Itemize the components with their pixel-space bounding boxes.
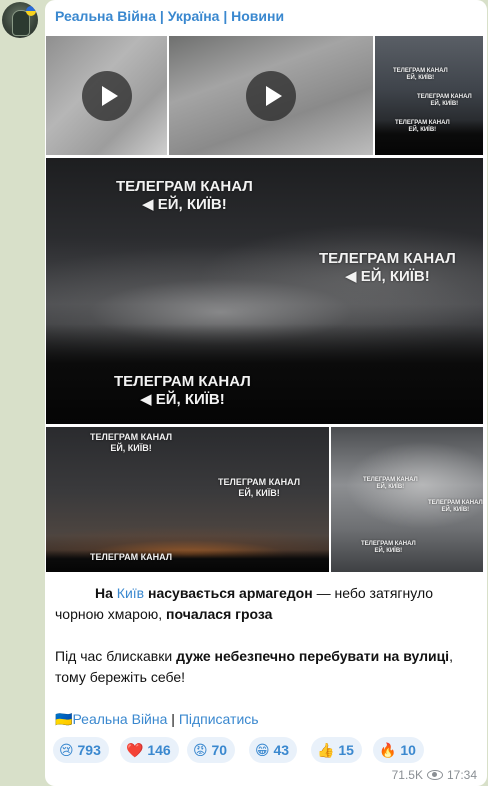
video-thumbnail-2[interactable] bbox=[169, 36, 373, 155]
reaction-heart[interactable]: ❤️ 146 bbox=[120, 737, 179, 763]
reaction-thumbs-up[interactable]: 👍 15 bbox=[311, 737, 362, 763]
channel-link[interactable]: Реальна Війна bbox=[72, 711, 167, 727]
fire-icon: 🔥 bbox=[379, 742, 397, 758]
reaction-fire[interactable]: 🔥 10 bbox=[373, 737, 424, 763]
watermark: ТЕЛЕГРАМ КАНАЛ bbox=[90, 552, 173, 562]
caption-paragraph-2: Під час блискавки дуже небезпечно перебу… bbox=[55, 648, 453, 685]
subscribe-link[interactable]: Підписатись bbox=[179, 711, 259, 727]
watermark: ТЕЛЕГРАМ КАНАЛ ◀ ЕЙ, КИЇВ! bbox=[319, 250, 456, 285]
watermark: ТЕЛЕГРАМ КАНАЛ ЕЙ, КИЇВ! bbox=[363, 477, 418, 491]
channel-avatar[interactable] bbox=[2, 2, 38, 38]
reaction-angry[interactable]: 😡 70 bbox=[187, 737, 236, 763]
ukraine-flag-icon bbox=[26, 6, 36, 16]
heart-icon: ❤️ bbox=[126, 742, 144, 758]
crying-face-icon: 😢 bbox=[59, 742, 74, 758]
photo-sunset-storm[interactable]: ТЕЛЕГРАМ КАНАЛ ЕЙ, КИЇВ! ТЕЛЕГРАМ КАНАЛ ЕЙ… bbox=[46, 427, 329, 572]
reaction-grin[interactable]: 😁 43 bbox=[249, 737, 298, 763]
watermark: ТЕЛЕГРАМ КАНАЛ ЕЙ, КИЇВ! bbox=[90, 432, 173, 453]
photo-storm-clouds[interactable]: ТЕЛЕГРАМ КАНАЛ ◀ ЕЙ, КИЇВ! ТЕЛЕГРАМ КАНАЛ… bbox=[46, 158, 483, 424]
reaction-crying[interactable]: 😢 793 bbox=[53, 737, 109, 763]
grinning-face-icon: 😁 bbox=[255, 742, 270, 758]
photo-city-storm[interactable]: ТЕЛЕГРАМ КАНАЛ ЕЙ, КИЇВ! ТЕЛЕГРАМ КАНАЛ ЕЙ… bbox=[375, 36, 483, 155]
eye-icon bbox=[426, 770, 443, 780]
watermark: ТЕЛЕГРАМ КАНАЛ ЕЙ, КИЇВ! bbox=[395, 120, 450, 134]
video-thumbnail-1[interactable] bbox=[46, 36, 167, 155]
ukraine-flag-emoji: 🇺🇦 bbox=[55, 711, 73, 727]
tree-silhouette bbox=[46, 550, 329, 572]
angry-face-icon: 😡 bbox=[193, 742, 208, 758]
view-count: 71.5K bbox=[391, 768, 423, 782]
hashtag-link-kyiv[interactable]: Київ bbox=[117, 585, 144, 601]
play-icon[interactable] bbox=[246, 70, 296, 121]
tree-silhouette bbox=[46, 324, 483, 424]
watermark: ТЕЛЕГРАМ КАНАЛ ЕЙ, КИЇВ! bbox=[428, 500, 483, 514]
channel-title[interactable]: Реальна Війна | Україна | Новини bbox=[55, 8, 284, 24]
watermark: ТЕЛЕГРАМ КАНАЛ ЕЙ, КИЇВ! bbox=[218, 477, 301, 498]
photo-grey-clouds[interactable]: ТЕЛЕГРАМ КАНАЛ ЕЙ, КИЇВ! ТЕЛЕГРАМ КАНАЛ ЕЙ… bbox=[331, 427, 483, 572]
play-icon[interactable] bbox=[81, 70, 132, 121]
watermark: ТЕЛЕГРАМ КАНАЛ ЕЙ, КИЇВ! bbox=[393, 68, 448, 82]
watermark: ТЕЛЕГРАМ КАНАЛ ◀ ЕЙ, КИЇВ! bbox=[116, 178, 253, 213]
message-time: 17:34 bbox=[446, 768, 477, 782]
watermark: ТЕЛЕГРАМ КАНАЛ ◀ ЕЙ, КИЇВ! bbox=[114, 373, 251, 408]
message-text: На Київ насувається армагедон — небо зат… bbox=[55, 583, 475, 730]
message-bubble: Реальна Війна | Україна | Новини ТЕЛЕГРА… bbox=[45, 0, 487, 786]
message-meta: 71.5K 17:34 bbox=[392, 768, 477, 782]
caption-footer: 🇺🇦Реальна Війна | Підписатись bbox=[55, 711, 259, 727]
thumbs-up-icon: 👍 bbox=[317, 742, 335, 758]
caption-paragraph-1: На Київ насувається армагедон — небо зат… bbox=[55, 585, 434, 622]
watermark: ТЕЛЕГРАМ КАНАЛ ЕЙ, КИЇВ! bbox=[417, 94, 472, 108]
watermark: ТЕЛЕГРАМ КАНАЛ ЕЙ, КИЇВ! bbox=[361, 541, 416, 555]
